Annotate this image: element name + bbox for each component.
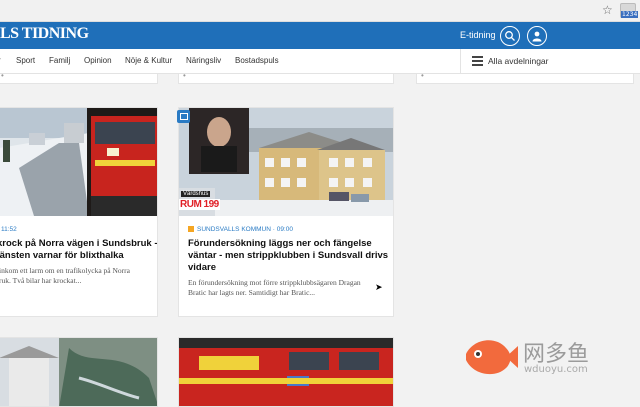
article-title-line3[interactable]: vidare	[188, 262, 393, 274]
site-header: LS TIDNING E-tidning	[0, 22, 640, 49]
article-meta: SUNDSVALLS KOMMUN · 09:00	[188, 226, 293, 233]
fish-logo-icon	[466, 340, 518, 375]
nav-item-naringsliv[interactable]: Näringsliv	[186, 56, 221, 65]
bookmark-star-icon[interactable]: ☆	[602, 3, 613, 17]
etidning-link[interactable]: E-tidning	[460, 30, 496, 40]
article-title-line2[interactable]: väntar - men strippklubben i Sundsvall d…	[188, 250, 393, 262]
nav-divider	[460, 49, 461, 74]
article-card[interactable]: Värdshus RUM 199 SUNDSVALLS KOMMUN · 09:…	[178, 107, 394, 317]
article-lead-line1: En förundersökning mot förre strippklubb…	[188, 278, 361, 287]
all-sections-link[interactable]: Alla avdelningar	[488, 56, 548, 66]
video-play-icon[interactable]	[177, 110, 190, 123]
card-stub: •	[178, 71, 394, 84]
article-title-line1[interactable]: krock på Norra vägen i Sundsbruk -	[0, 238, 157, 250]
article-title-line2[interactable]: jänsten varnar för blixthalka	[0, 250, 157, 262]
article-lead-line2: ruk. Två bilar har krockat...	[0, 276, 82, 285]
article-time: 11:52	[1, 226, 17, 233]
user-icon	[532, 31, 542, 42]
article-title-line1[interactable]: Förundersökning läggs ner och fängelse	[188, 238, 393, 250]
article-card[interactable]	[0, 337, 158, 407]
nav-item-opinion[interactable]: Opinion	[84, 56, 112, 65]
watermark-url: wduoyu.com	[524, 364, 588, 375]
site-logo[interactable]: LS TIDNING	[0, 25, 89, 43]
nav-item-partial[interactable]: r	[0, 56, 1, 65]
article-lead-line1: inkom ett larm om en trafikolycka på Nor…	[0, 266, 130, 275]
category-tag-icon	[188, 226, 194, 232]
article-image-aerial	[0, 338, 157, 406]
image-label-rum: RUM 199	[179, 199, 220, 210]
extension-badge: 1234	[621, 11, 639, 18]
nav-item-sport[interactable]: Sport	[16, 56, 35, 65]
image-label-vardshus: Värdshus	[181, 191, 211, 197]
article-card[interactable]: 11:52 krock på Norra vägen i Sundsbruk -…	[0, 107, 158, 317]
nav-item-noje-kultur[interactable]: Nöje & Kultur	[125, 56, 172, 65]
article-card[interactable]	[178, 337, 394, 407]
user-account-button[interactable]	[527, 26, 547, 46]
nav-item-familj[interactable]: Familj	[49, 56, 70, 65]
mouse-cursor-icon: ➤	[375, 283, 383, 293]
article-image-firetruck	[179, 338, 393, 406]
article-lead-line2: Bratic har lagts ner. Samtidigt har Brat…	[188, 288, 316, 297]
article-image-winter-road	[0, 108, 157, 216]
hamburger-menu-icon[interactable]	[472, 56, 483, 68]
search-icon	[505, 31, 515, 41]
card-stub: •	[0, 71, 158, 84]
card-stub: •	[416, 71, 634, 84]
search-button[interactable]	[500, 26, 520, 46]
nav-item-bostadspuls[interactable]: Bostadspuls	[235, 56, 279, 65]
browser-toolbar: ☆ 1234	[0, 0, 640, 22]
